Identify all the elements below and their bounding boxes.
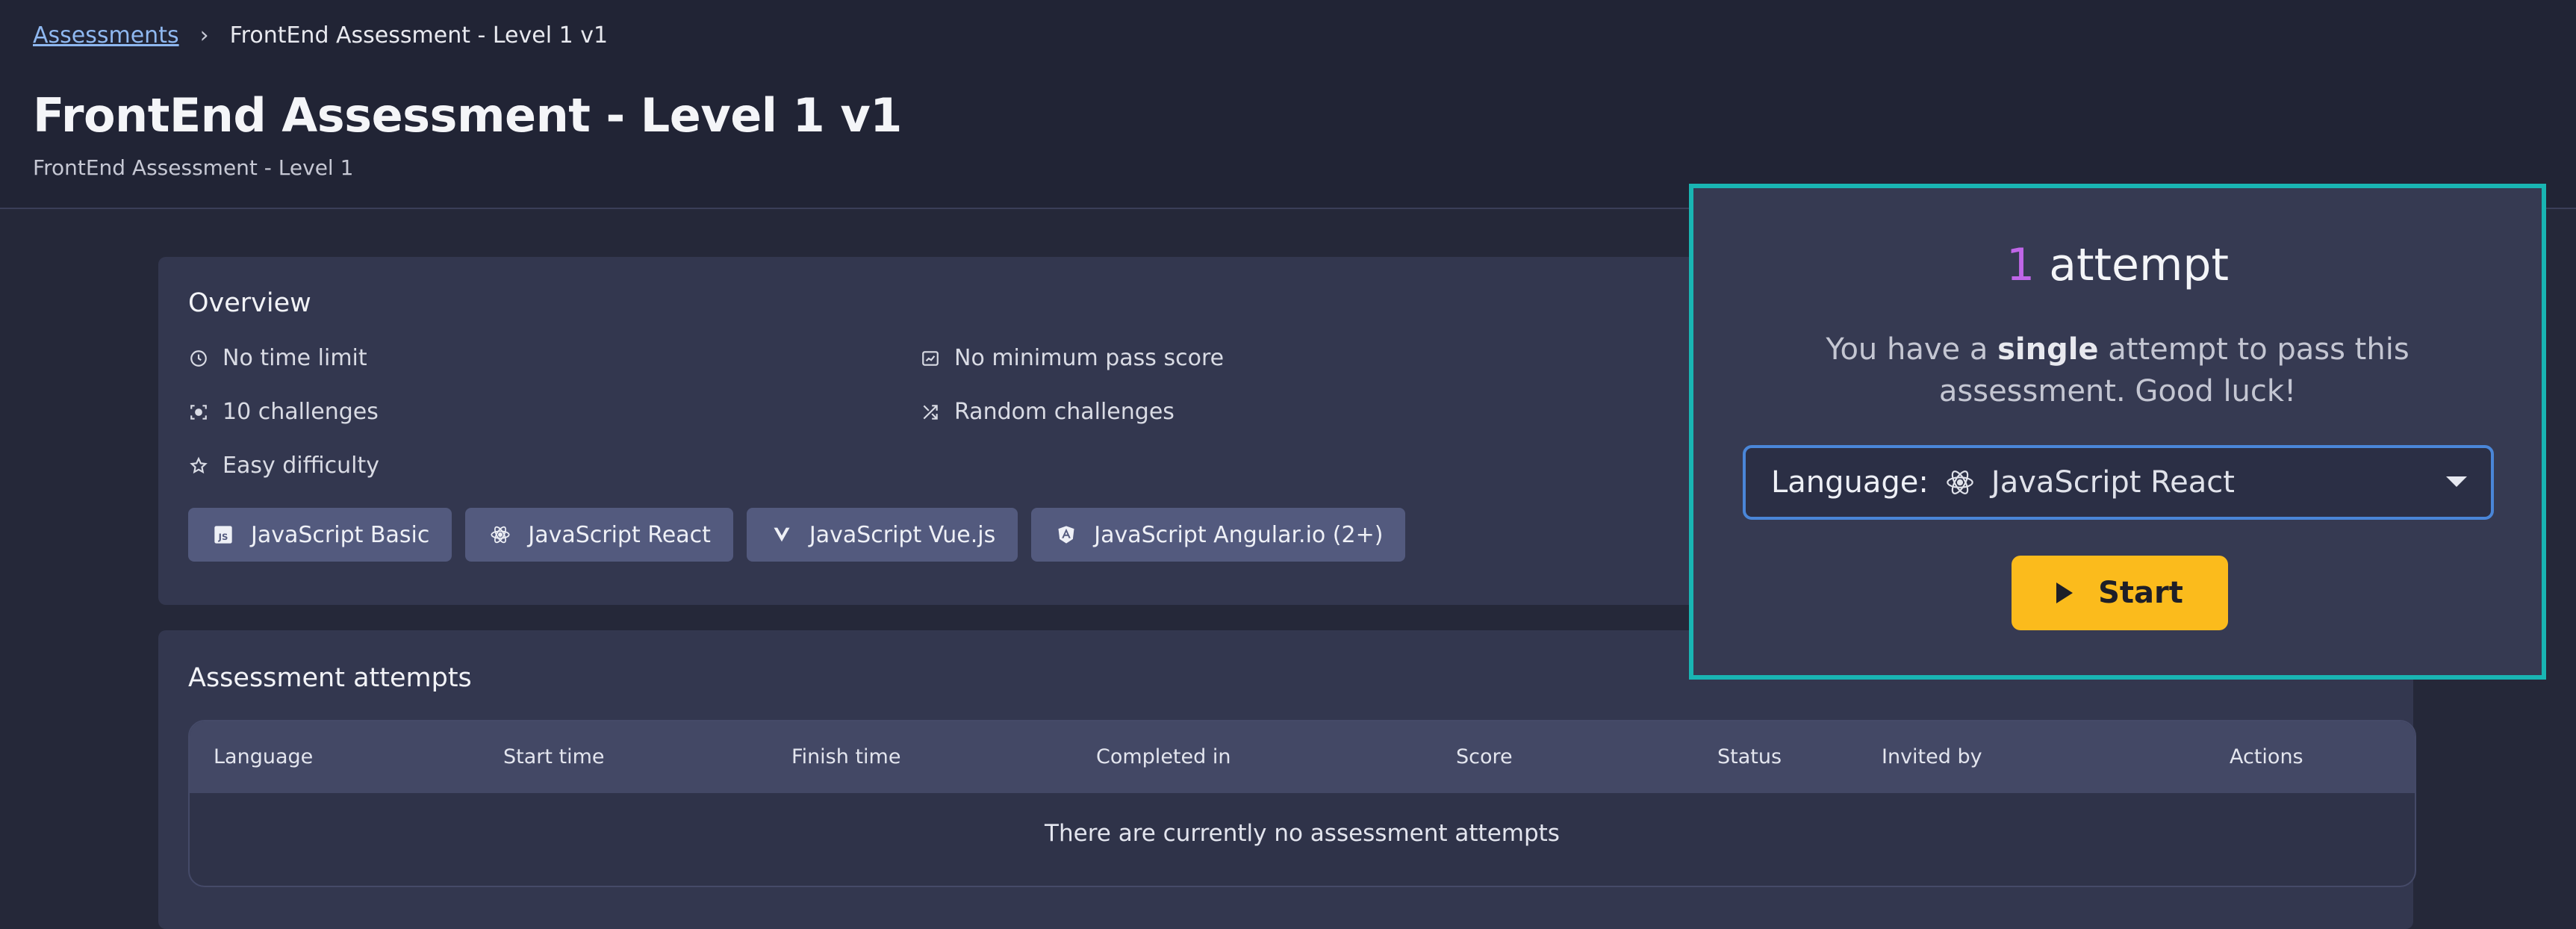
page-subtitle: FrontEnd Assessment - Level 1 <box>33 155 354 180</box>
play-icon <box>2056 582 2073 603</box>
column-score: Score <box>1456 745 1513 768</box>
breadcrumb: Assessments › FrontEnd Assessment - Leve… <box>33 22 608 49</box>
tag-label: JavaScript Vue.js <box>809 521 996 548</box>
column-start-time: Start time <box>503 745 605 768</box>
tag-javascript-react[interactable]: JavaScript React <box>465 508 733 562</box>
attempts-table: Language Start time Finish time Complete… <box>188 720 2416 887</box>
language-select-value: JavaScript React <box>1991 465 2235 500</box>
tag-javascript-angular[interactable]: JavaScript Angular.io (2+) <box>1031 508 1406 562</box>
feature-label: Easy difficulty <box>223 453 379 479</box>
angular-icon <box>1055 523 1077 546</box>
shuffle-icon <box>920 402 941 423</box>
overview-title: Overview <box>188 288 311 318</box>
start-attempt-panel: 1 attempt You have a single attempt to p… <box>1689 184 2546 680</box>
feature-random: Random challenges <box>920 399 1175 425</box>
attempt-message-prefix: You have a <box>1826 332 1998 367</box>
attempts-title: Assessment attempts <box>188 663 472 693</box>
column-actions: Actions <box>2230 745 2303 768</box>
column-language: Language <box>214 745 314 768</box>
page-title: FrontEnd Assessment - Level 1 v1 <box>33 88 902 143</box>
start-button[interactable]: Start <box>2012 556 2228 630</box>
breadcrumb-assessments-link[interactable]: Assessments <box>33 22 179 49</box>
feature-difficulty: Easy difficulty <box>188 453 379 479</box>
column-invited-by: Invited by <box>1882 745 1982 768</box>
feature-label: No time limit <box>223 345 367 371</box>
score-icon <box>920 348 941 369</box>
attempt-count-heading: 1 attempt <box>1693 239 2542 291</box>
attempt-message-bold: single <box>1997 332 2099 367</box>
chevron-down-icon <box>2446 476 2467 487</box>
feature-label: 10 challenges <box>223 399 379 425</box>
column-finish-time: Finish time <box>791 745 901 768</box>
vue-icon <box>771 523 793 546</box>
target-icon <box>188 402 209 423</box>
language-select-label: Language: <box>1771 465 1929 500</box>
language-select[interactable]: Language: JavaScript React <box>1743 445 2494 520</box>
column-status: Status <box>1717 745 1782 768</box>
star-icon <box>188 456 209 476</box>
language-tags: JS JavaScript Basic JavaScript React Jav… <box>188 508 1406 562</box>
react-icon <box>1945 467 1975 497</box>
feature-pass-score: No minimum pass score <box>920 345 1224 371</box>
empty-state-message: There are currently no assessment attemp… <box>1045 820 1560 847</box>
breadcrumb-separator: › <box>199 22 209 49</box>
svg-text:JS: JS <box>218 532 228 542</box>
attempt-message: You have a single attempt to pass this a… <box>1783 329 2452 412</box>
feature-label: No minimum pass score <box>954 345 1225 371</box>
tag-javascript-vue[interactable]: JavaScript Vue.js <box>746 508 1018 562</box>
clock-icon <box>188 348 209 369</box>
tag-label: JavaScript Basic <box>251 521 430 548</box>
page-header: Assessments › FrontEnd Assessment - Leve… <box>0 0 2576 209</box>
breadcrumb-current: FrontEnd Assessment - Level 1 v1 <box>229 22 609 49</box>
feature-label: Random challenges <box>954 399 1175 425</box>
table-header: Language Start time Finish time Complete… <box>190 721 2415 793</box>
feature-time-limit: No time limit <box>188 345 367 371</box>
attempt-word: attempt <box>2049 239 2230 291</box>
react-icon <box>489 523 511 546</box>
tag-javascript-basic[interactable]: JS JavaScript Basic <box>188 508 452 562</box>
column-completed-in: Completed in <box>1096 745 1231 768</box>
start-button-label: Start <box>2098 576 2183 610</box>
feature-challenges: 10 challenges <box>188 399 379 425</box>
attempt-count: 1 <box>2006 239 2035 291</box>
javascript-icon: JS <box>212 523 234 546</box>
tag-label: JavaScript React <box>528 521 711 548</box>
tag-label: JavaScript Angular.io (2+) <box>1094 521 1384 548</box>
